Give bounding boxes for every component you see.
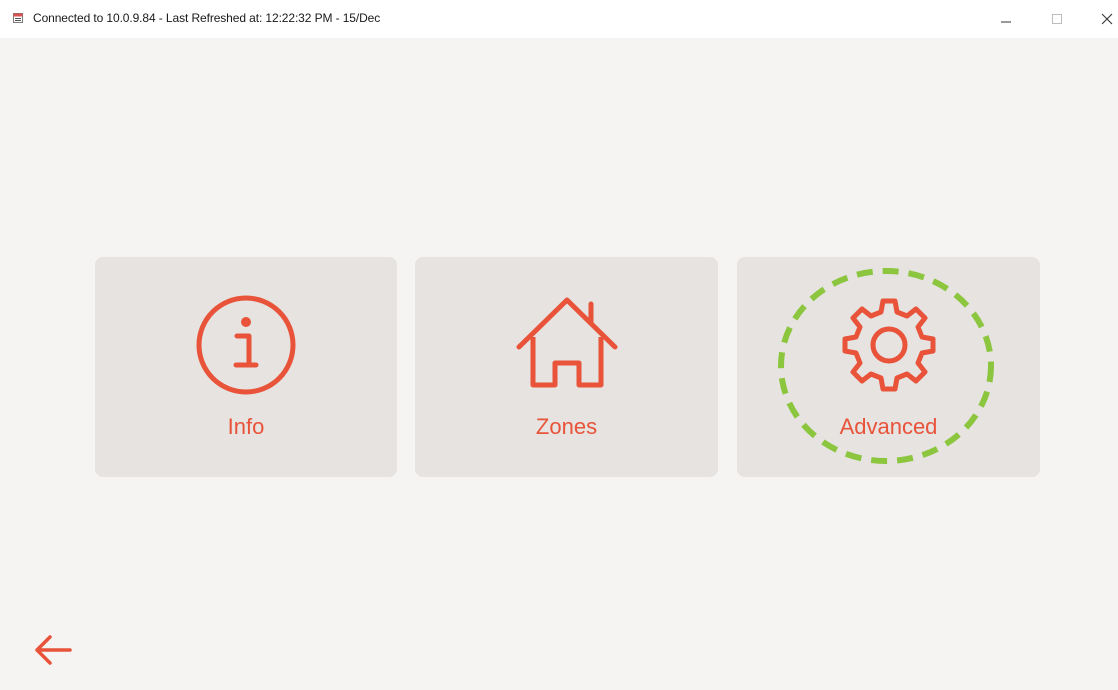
minimize-button[interactable] — [991, 8, 1021, 30]
advanced-label: Advanced — [839, 414, 938, 439]
minimize-icon — [1001, 21, 1011, 23]
close-icon — [1101, 13, 1113, 25]
close-button[interactable] — [1092, 8, 1118, 30]
info-icon — [196, 295, 296, 395]
info-tile[interactable]: Info — [95, 257, 397, 477]
maximize-icon — [1052, 14, 1062, 24]
app-icon — [13, 13, 23, 23]
window-title: Connected to 10.0.9.84 - Last Refreshed … — [33, 11, 381, 25]
home-icon — [516, 297, 617, 388]
zones-tile[interactable]: Zones — [415, 257, 718, 477]
app-window: Connected to 10.0.9.84 - Last Refreshed … — [0, 0, 1118, 690]
title-bar: Connected to 10.0.9.84 - Last Refreshed … — [0, 0, 1118, 38]
maximize-button[interactable] — [1042, 8, 1072, 30]
gear-icon — [842, 298, 935, 392]
advanced-tile[interactable]: Advanced — [737, 257, 1040, 477]
info-label: Info — [227, 414, 265, 439]
back-arrow-icon — [35, 635, 72, 665]
back-button[interactable] — [32, 632, 74, 668]
zones-label: Zones — [535, 414, 598, 439]
